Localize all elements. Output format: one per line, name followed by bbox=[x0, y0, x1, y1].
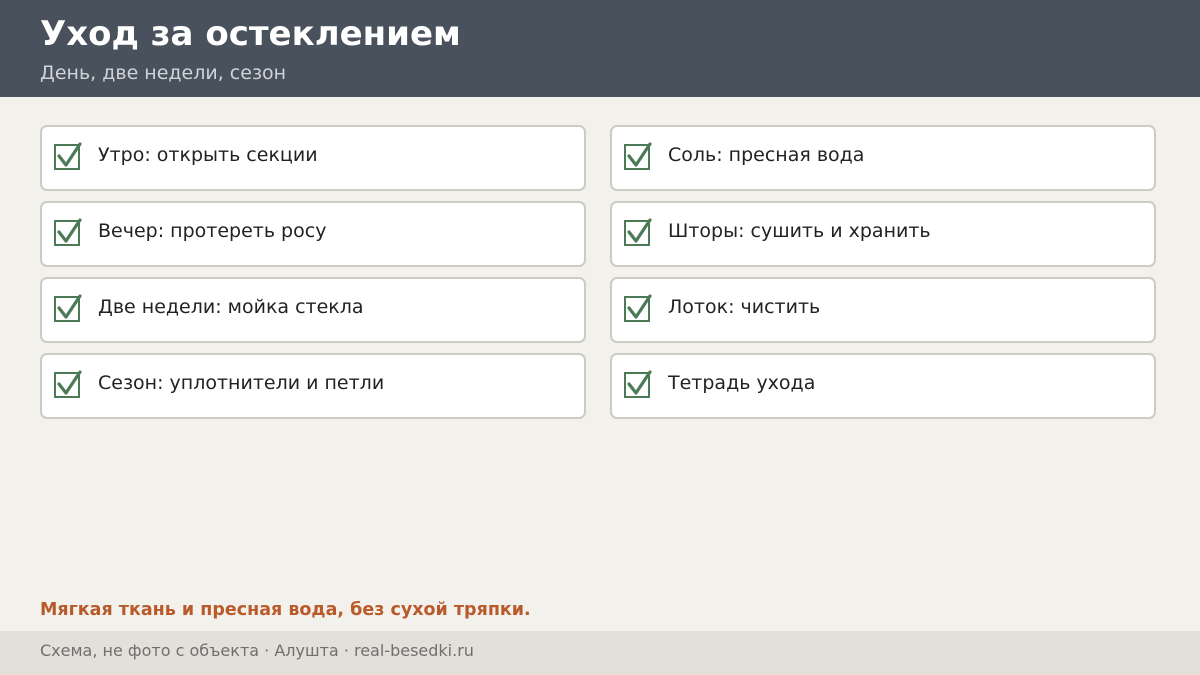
checklist-item[interactable]: Шторы: сушить и хранить bbox=[610, 201, 1156, 267]
checklist-item-label: Соль: пресная вода bbox=[668, 144, 865, 166]
checkbox-checked-icon[interactable] bbox=[54, 370, 82, 398]
checklist-item-label: Утро: открыть секции bbox=[98, 144, 318, 166]
checkbox-checked-icon[interactable] bbox=[624, 370, 652, 398]
page-header: Уход за остеклением День, две недели, се… bbox=[0, 0, 1200, 97]
care-note: Мягкая ткань и пресная вода, без сухой т… bbox=[40, 600, 531, 620]
checklist-item-label: Тетрадь ухода bbox=[668, 372, 816, 394]
checklist-item-label: Лоток: чистить bbox=[668, 296, 821, 318]
page-title: Уход за остеклением bbox=[40, 14, 461, 54]
checkbox-checked-icon[interactable] bbox=[54, 218, 82, 246]
checklist-item[interactable]: Сезон: уплотнители и петли bbox=[40, 353, 586, 419]
checklist-grid: Утро: открыть секции Вечер: протереть ро… bbox=[40, 125, 1156, 420]
checklist-item-label: Сезон: уплотнители и петли bbox=[98, 372, 385, 394]
checkbox-checked-icon[interactable] bbox=[54, 294, 82, 322]
checkbox-checked-icon[interactable] bbox=[624, 294, 652, 322]
checklist-item[interactable]: Лоток: чистить bbox=[610, 277, 1156, 343]
checkbox-checked-icon[interactable] bbox=[624, 142, 652, 170]
checklist-item[interactable]: Вечер: протереть росу bbox=[40, 201, 586, 267]
footer-credits: Схема, не фото с объекта · Алушта · real… bbox=[40, 641, 474, 660]
checklist-item[interactable]: Соль: пресная вода bbox=[610, 125, 1156, 191]
checklist-item-label: Вечер: протереть росу bbox=[98, 220, 327, 242]
page-subtitle: День, две недели, сезон bbox=[40, 62, 287, 84]
checkbox-checked-icon[interactable] bbox=[624, 218, 652, 246]
checklist-item[interactable]: Две недели: мойка стекла bbox=[40, 277, 586, 343]
checklist-item-label: Две недели: мойка стекла bbox=[98, 296, 364, 318]
checkbox-checked-icon[interactable] bbox=[54, 142, 82, 170]
checklist-item-label: Шторы: сушить и хранить bbox=[668, 220, 931, 242]
checklist-item[interactable]: Утро: открыть секции bbox=[40, 125, 586, 191]
checklist-item[interactable]: Тетрадь ухода bbox=[610, 353, 1156, 419]
page-footer: Схема, не фото с объекта · Алушта · real… bbox=[0, 631, 1200, 675]
